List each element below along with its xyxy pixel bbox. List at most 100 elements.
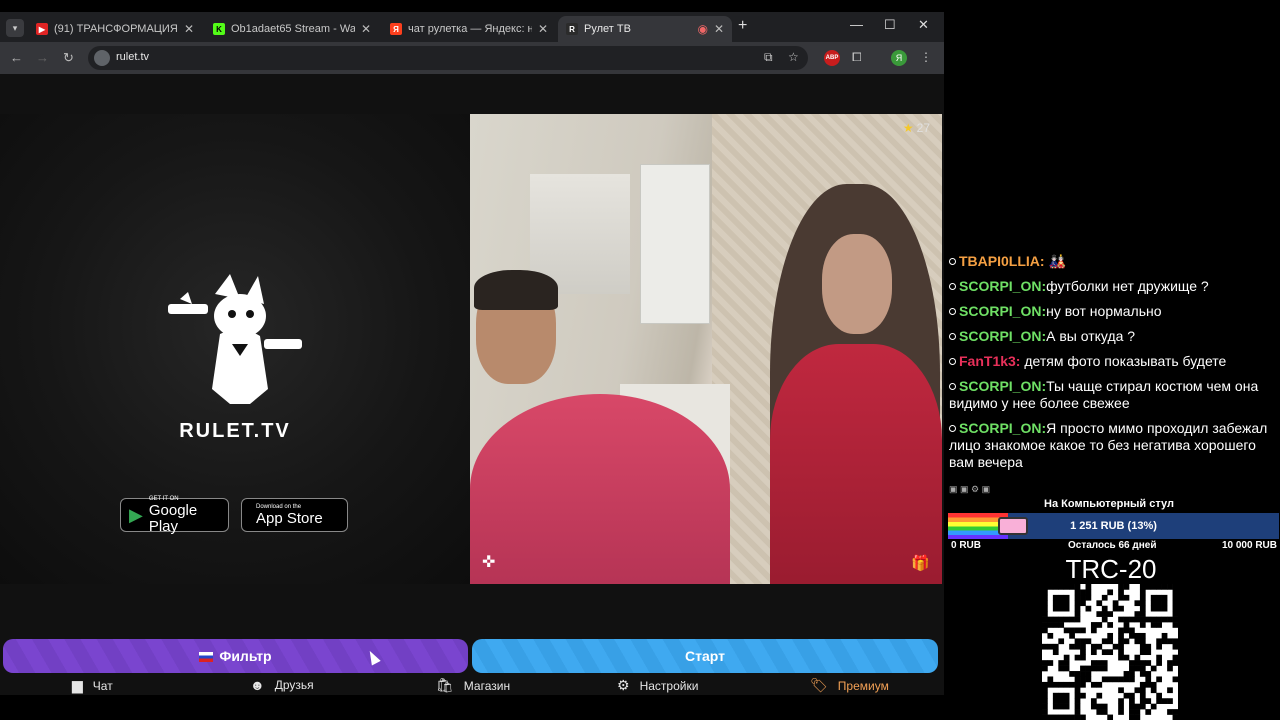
qr-module [1172,714,1179,720]
qr-module [1052,649,1059,656]
qr-module [1112,643,1119,650]
qr-module [1052,703,1059,710]
tab-yandex[interactable]: Я чат рулетка — Яндекс: нашлос ✕ [382,16,556,42]
qr-module [1080,643,1086,650]
qr-module [1047,622,1054,628]
qr-module [1139,687,1146,694]
close-icon[interactable]: ✕ [538,22,548,36]
qr-module [1090,627,1097,634]
qr-module [1145,643,1152,650]
qr-module [1167,698,1173,704]
tab-strip: ▾ ▶ (91) ТРАНСФОРМАЦИЯ ИВАН ✕ K Ob1adaet… [0,12,944,42]
qr-module [1042,687,1048,694]
nav-shop[interactable]: 🛍 Магазин [436,677,510,694]
qr-module [1129,632,1135,639]
nav-chat[interactable]: ▆ Чат [72,677,113,694]
close-icon[interactable]: ✕ [714,22,724,36]
address-bar[interactable]: rulet.tv [88,46,808,70]
install-icon[interactable]: ⧉ [764,50,773,65]
qr-module [1047,660,1054,666]
menu-icon[interactable]: ⋮ [920,50,932,64]
new-tab-button[interactable]: + [738,17,747,35]
site-info-icon[interactable] [94,50,110,66]
start-button[interactable]: Старт [472,639,938,673]
back-icon[interactable]: ← [10,50,23,65]
qr-module [1107,638,1114,645]
qr-module [1052,594,1059,601]
qr-module [1123,616,1130,623]
nav-chat-label: Чат [92,678,113,693]
qr-module [1156,692,1162,699]
maximize-button[interactable]: ☐ [884,17,896,33]
chat-user: SCORPI_ON: [959,328,1047,344]
close-icon[interactable]: ✕ [361,22,371,36]
close-icon[interactable]: ✕ [184,22,194,36]
close-window-button[interactable]: ✕ [918,17,929,33]
qr-module [1074,692,1081,699]
qr-module [1123,671,1130,677]
qr-module [1080,681,1086,688]
qr-module [1042,703,1048,710]
qr-module [1074,698,1081,704]
qr-module [1139,584,1146,590]
tab-youtube[interactable]: ▶ (91) ТРАНСФОРМАЦИЯ ИВАН ✕ [28,16,202,42]
minimize-button[interactable]: — [850,17,863,32]
chat-user: SCORPI_ON: [959,303,1047,319]
qr-module [1172,709,1179,715]
chat-text: детям фото показывать будете [1020,353,1227,369]
filter-button[interactable]: Фильтр [3,639,468,673]
qr-module [1063,681,1070,688]
qr-module [1096,681,1103,688]
nav-friends-label: Друзья [274,678,314,692]
qr-module [1156,643,1162,650]
qr-module [1058,594,1065,601]
tab-kick[interactable]: K Ob1adaet65 Stream - Watch Li ✕ [205,16,379,42]
start-label: Старт [685,648,725,664]
nav-premium-label: Премиум [837,678,889,693]
qr-module [1129,616,1135,623]
nav-premium[interactable]: 🏷 Премиум [810,677,889,694]
forward-icon[interactable]: → [36,50,49,65]
nav-settings[interactable]: ⚙ Настройки [617,677,698,694]
qr-module [1139,703,1146,710]
bookmark-star-icon[interactable]: ☆ [788,50,799,64]
qr-module [1156,638,1162,645]
nav-friends[interactable]: ☻ Друзья [250,677,314,693]
qr-module [1167,616,1173,623]
gift-icon[interactable]: 🎁 [911,554,930,572]
qr-module [1058,698,1065,704]
qr-module [1058,622,1065,628]
qr-module [1134,687,1141,694]
tag-icon: 🏷 [810,677,828,693]
qr-module [1096,703,1103,710]
qr-module [1172,605,1179,612]
screen: ▾ ▶ (91) ТРАНСФОРМАЦИЯ ИВАН ✕ K Ob1adaet… [0,0,1280,720]
extensions-icon[interactable]: ⧠ [852,50,862,65]
qr-module [1101,611,1108,617]
adblock-icon[interactable]: ABP [824,50,840,66]
qr-module [1145,660,1152,666]
tab-search-button[interactable]: ▾ [6,19,24,37]
qr-module [1112,676,1119,683]
bullet-icon [949,358,956,365]
profile-avatar[interactable]: Я [891,50,907,66]
qr-module [1150,605,1157,612]
qr-module [1156,616,1162,623]
reload-icon[interactable]: ↻ [63,50,74,66]
qr-module [1172,676,1179,683]
google-play-button[interactable]: ▶ GET IT ON Google Play [120,496,229,534]
goal-amount: 1 251 RUB (13%) [1070,520,1157,532]
qr-module [1134,703,1141,710]
qr-module [1134,660,1141,666]
qr-module [1042,589,1048,596]
gear-icon: ⚙ [617,677,630,693]
qr-module [1074,638,1081,645]
qr-module [1167,584,1173,590]
qr-module [1145,698,1152,704]
video-stream[interactable]: ★ 27 ✜ 🎁 [470,114,942,584]
gamepad-icon[interactable]: ✜ [482,552,495,572]
app-store-button[interactable]: Download on the App Store [241,498,348,532]
qr-module [1042,605,1048,612]
tab-rulet[interactable]: R Рулет ТВ ◉ ✕ [558,16,732,42]
qr-module [1069,632,1075,639]
